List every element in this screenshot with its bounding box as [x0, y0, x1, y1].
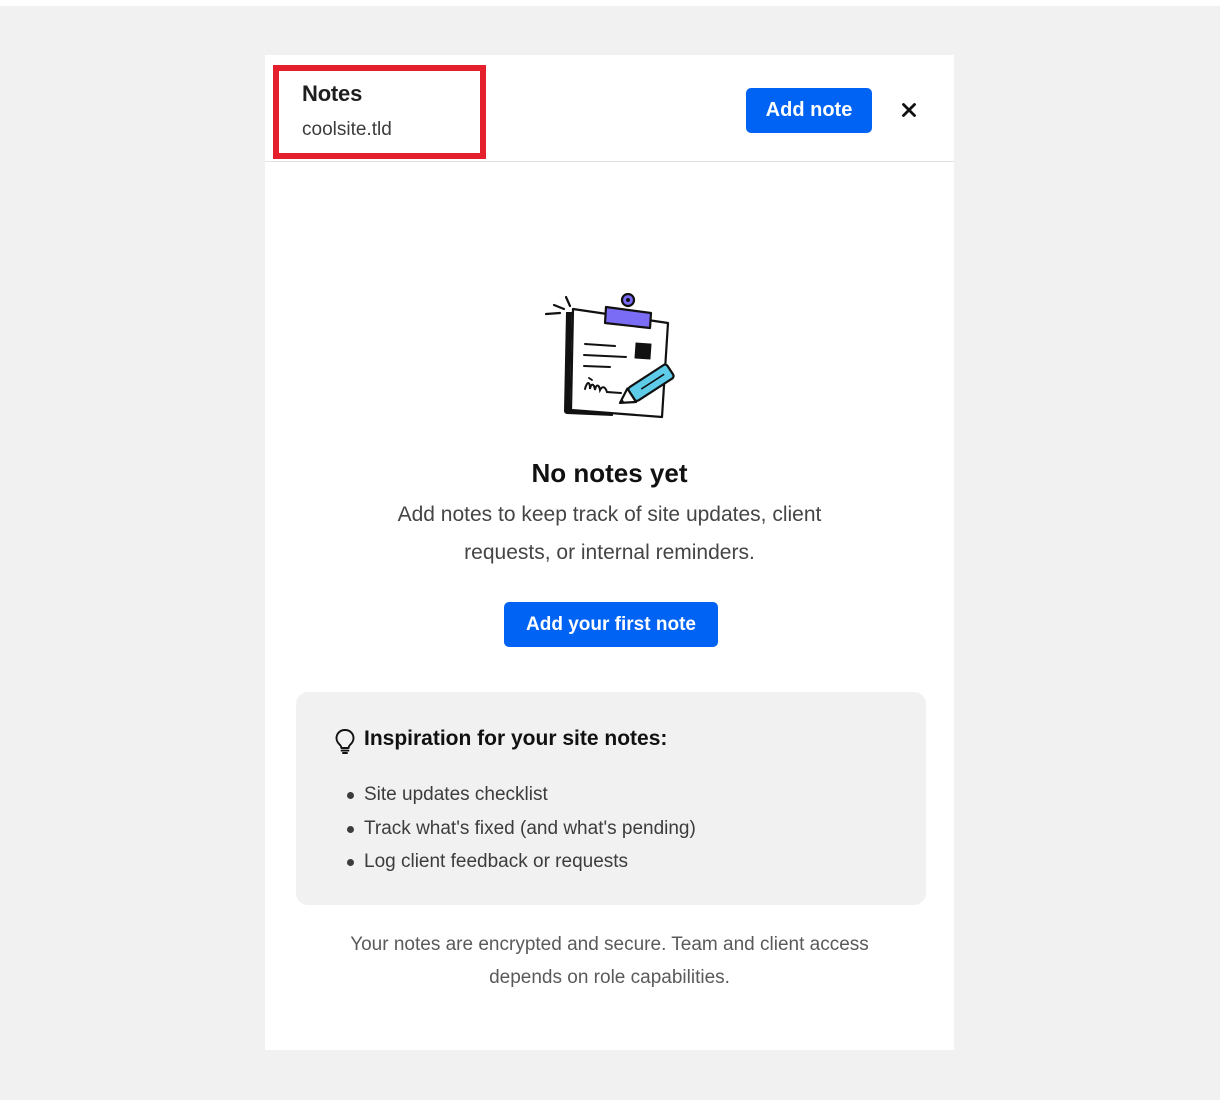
list-item-text: Log client feedback or requests	[364, 851, 629, 872]
lightbulb-icon	[335, 729, 355, 754]
add-note-button[interactable]: Add note	[746, 88, 872, 133]
close-icon	[902, 103, 916, 117]
inspiration-card: Inspiration for your site notes: Site up…	[296, 692, 926, 905]
list-item-text: Track what's fixed (and what's pending)	[364, 817, 696, 839]
security-note: Your notes are encrypted and secure. Tea…	[350, 934, 869, 988]
notes-panel: Notes coolsite.tld Add note No notes yet…	[265, 55, 954, 1050]
inspiration-title: Inspiration for your site notes:	[364, 727, 668, 750]
title-highlight-box	[273, 65, 486, 159]
panel-header: Notes coolsite.tld Add note	[265, 55, 954, 162]
empty-state-description: Add notes to keep track of site updates,…	[397, 503, 822, 564]
clipboard-pencil-icon	[544, 293, 675, 419]
panel-title: Notes	[302, 81, 363, 106]
empty-state-title: No notes yet	[531, 458, 688, 488]
add-first-note-button[interactable]: Add your first note	[504, 602, 718, 647]
bullet-icon	[347, 792, 354, 799]
site-domain: coolsite.tld	[302, 119, 392, 140]
bullet-icon	[347, 859, 354, 866]
list-item-text: Site updates checklist	[364, 784, 548, 805]
list-item: Track what's fixed (and what's pending)	[345, 812, 696, 846]
close-button[interactable]	[894, 95, 924, 125]
inspiration-list: Site updates checklist Track what's fixe…	[345, 778, 696, 879]
top-strip	[0, 0, 1220, 6]
bullet-icon	[347, 825, 354, 833]
list-item: Log client feedback or requests	[345, 845, 696, 879]
list-item: Site updates checklist	[345, 778, 696, 812]
